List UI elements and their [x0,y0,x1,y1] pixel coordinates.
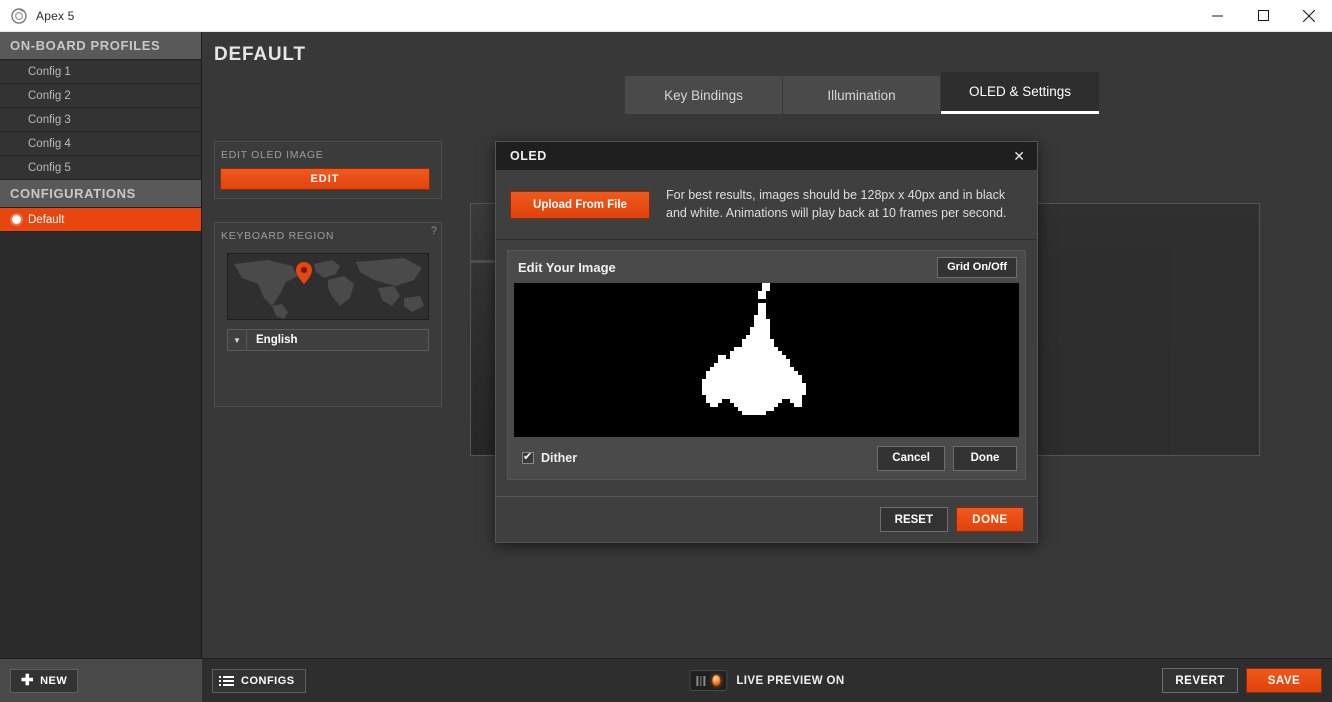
app-logo-icon [10,7,28,25]
tab-bar: Key Bindings Illumination OLED & Setting… [625,72,1099,114]
keyboard-region-title: KEYBOARD REGION [221,230,335,242]
oled-info-text: For best results, images should be 128px… [666,187,1007,220]
map-pin-icon [296,262,312,284]
toggle-led-icon [711,675,721,686]
sidebar-item-config-2[interactable]: Config 2 [0,84,201,108]
sidebar-item-config-3[interactable]: Config 3 [0,108,201,132]
window-title-bar: Apex 5 [0,0,1332,32]
new-button-label: NEW [40,674,68,687]
tab-label: Illumination [827,87,896,103]
sidebar-item-config-5[interactable]: Config 5 [0,156,201,180]
live-preview-toggle[interactable] [689,670,728,691]
minimize-button[interactable] [1194,0,1240,32]
sidebar-item-config-1[interactable]: Config 1 [0,60,201,84]
done-button[interactable]: Done [953,445,1017,471]
reset-button-label: RESET [894,513,933,526]
dither-checkbox[interactable] [522,450,534,464]
toggle-grip-icon [696,675,705,686]
reset-button[interactable]: RESET [879,507,948,532]
live-preview-group: LIVE PREVIEW ON [689,670,844,691]
sidebar-item-config-4[interactable]: Config 4 [0,132,201,156]
keyboard-language-value: English [256,334,298,346]
sidebar-item-label: Config 3 [28,113,71,126]
live-preview-label: LIVE PREVIEW ON [736,674,845,687]
bottom-bar: CONFIGS LIVE PREVIEW ON REVERT SAVE [202,658,1332,702]
upload-from-file-button[interactable]: Upload From File [510,190,650,219]
revert-button-label: REVERT [1175,674,1225,687]
world-map-image [228,254,428,319]
sidebar-item-label: Config 4 [28,137,71,150]
oled-modal: OLED ✕ Upload From File For best results… [495,141,1038,543]
upload-button-label: Upload From File [533,198,627,211]
sidebar-footer: ✚ NEW [0,658,202,702]
edit-oled-image-title: EDIT OLED IMAGE [221,149,324,161]
edit-oled-image-button[interactable]: EDIT [220,168,430,190]
grid-toggle-button[interactable]: Grid On/Off [937,256,1017,278]
edit-your-image-title: Edit Your Image [518,259,616,275]
close-button[interactable] [1286,0,1332,32]
sidebar-section-onboard-profiles: ON-BOARD PROFILES [0,32,201,60]
page-title: DEFAULT [214,44,306,65]
help-icon[interactable]: ? [431,225,437,237]
tab-illumination[interactable]: Illumination [783,76,941,114]
save-button-label: SAVE [1267,674,1301,687]
cancel-button[interactable]: Cancel [877,445,945,471]
tab-oled-and-settings[interactable]: OLED & Settings [941,72,1099,114]
sidebar: ON-BOARD PROFILES Config 1 Config 2 Conf… [0,32,202,702]
bottom-bar-actions: REVERT SAVE [1162,668,1322,693]
close-icon[interactable]: ✕ [1013,149,1025,163]
save-button[interactable]: SAVE [1246,668,1322,693]
sidebar-onboard-list: Config 1 Config 2 Config 3 Config 4 Conf… [0,60,201,180]
tab-key-bindings[interactable]: Key Bindings [625,76,783,114]
edit-oled-image-panel: EDIT OLED IMAGE EDIT [214,141,442,199]
editor-action-buttons: Cancel Done [877,445,1017,471]
sidebar-item-label: Config 1 [28,65,71,78]
sidebar-item-label: Config 5 [28,161,71,174]
grid-button-label: Grid On/Off [947,261,1007,273]
window-title: Apex 5 [36,8,75,23]
oled-modal-header: OLED ✕ [496,142,1037,170]
oled-modal-title: OLED [510,149,547,163]
image-editor-footer: Dither Cancel Done [508,437,1025,479]
image-editor-header: Edit Your Image Grid On/Off [508,251,1025,283]
dither-label: Dither [541,451,578,465]
modal-done-button-label: DONE [972,513,1008,526]
tab-label: OLED & Settings [968,84,1072,99]
oled-pixel-canvas[interactable] [514,283,1019,437]
revert-button[interactable]: REVERT [1162,668,1238,693]
configs-button[interactable]: CONFIGS [212,668,306,693]
list-icon [219,675,234,686]
selected-radio-icon [12,215,21,224]
sidebar-item-label: Default [28,213,65,226]
app-window: Apex 5 ON-BOARD PROFILES Config 1 Config… [0,0,1332,702]
sidebar-section-configurations: CONFIGURATIONS [0,180,201,208]
edit-button-label: EDIT [310,173,340,185]
sidebar-item-label: Config 2 [28,89,71,102]
cancel-button-label: Cancel [892,452,930,464]
plus-icon: ✚ [21,672,35,689]
maximize-button[interactable] [1240,0,1286,32]
sidebar-item-default[interactable]: Default [0,208,201,232]
oled-canvas-area[interactable] [514,283,1019,437]
new-profile-button[interactable]: ✚ NEW [10,668,79,693]
tab-label: Key Bindings [664,87,743,103]
upload-row: Upload From File For best results, image… [496,170,1037,240]
keyboard-region-panel: ? KEYBOARD REGION ▼ English [214,222,442,407]
configs-button-label: CONFIGS [241,674,295,687]
chevron-down-icon: ▼ [228,330,247,350]
image-editor: Edit Your Image Grid On/Off Dither Cance… [507,250,1026,480]
oled-modal-footer: RESET DONE [496,496,1037,542]
done-button-label: Done [970,452,1000,464]
keyboard-language-select[interactable]: ▼ English [227,329,429,351]
dither-checkbox-group[interactable]: Dither [522,450,578,465]
world-map[interactable] [227,253,429,320]
modal-done-button[interactable]: DONE [956,507,1024,532]
